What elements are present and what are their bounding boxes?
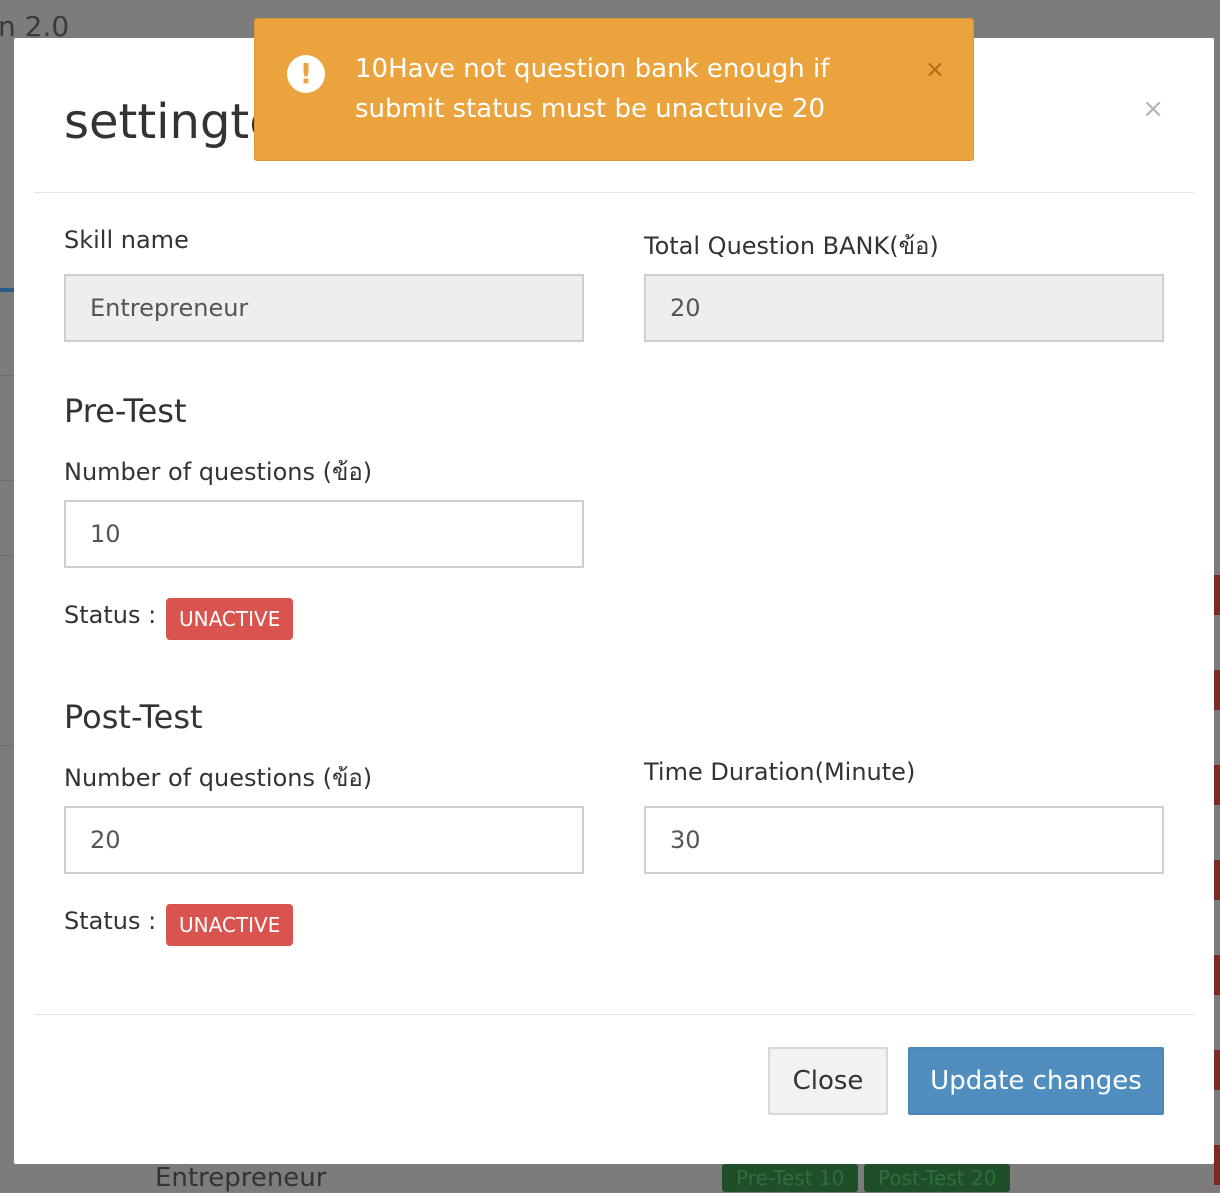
toast-close-icon[interactable]: × <box>925 55 945 83</box>
background-badge <box>1214 765 1220 805</box>
post-test-questions-label: Number of questions (ข้อ) <box>64 764 373 792</box>
warning-toast: ! 10Have not question bank enough if sub… <box>254 18 974 161</box>
modal-title: settingte <box>64 94 279 150</box>
background-badge <box>1214 1050 1220 1090</box>
pre-test-status-label: Status : <box>64 601 157 629</box>
background-divider <box>0 555 14 556</box>
setting-test-modal: settingte × Skill name Entrepreneur Tota… <box>14 38 1214 1164</box>
pre-test-status-badge: UNACTIVE <box>166 598 294 640</box>
background-divider <box>0 745 14 746</box>
skill-name-field: Entrepreneur <box>64 274 584 342</box>
update-changes-button[interactable]: Update changes <box>908 1047 1164 1115</box>
toast-message: 10Have not question bank enough if submi… <box>355 54 830 124</box>
total-bank-field: 20 <box>644 274 1164 342</box>
background-badge <box>1214 575 1220 615</box>
post-test-status-label: Status : <box>64 907 157 935</box>
background-badge <box>1214 670 1220 710</box>
total-bank-label: Total Question BANK(ข้อ) <box>644 232 939 260</box>
pre-test-questions-label: Number of questions (ข้อ) <box>64 458 373 486</box>
time-duration-label: Time Duration(Minute) <box>644 758 916 786</box>
post-test-status-badge: UNACTIVE <box>166 904 294 946</box>
time-duration-input[interactable]: 30 <box>644 806 1164 874</box>
background-posttest-badge: Post-Test 20 <box>864 1164 1011 1192</box>
post-test-title: Post-Test <box>64 698 203 736</box>
post-test-questions-input[interactable]: 20 <box>64 806 584 874</box>
modal-footer: Close Update changes <box>34 1014 1194 1164</box>
background-badge <box>1214 860 1220 900</box>
background-divider <box>0 480 14 481</box>
close-button[interactable]: Close <box>768 1047 888 1115</box>
skill-name-label: Skill name <box>64 226 189 254</box>
background-row-label: Entrepreneur <box>155 1163 327 1193</box>
background-divider <box>0 375 14 376</box>
exclamation-icon: ! <box>287 55 325 93</box>
background-pretest-badge: Pre-Test 10 <box>722 1164 859 1192</box>
background-nav-bar <box>0 288 14 292</box>
modal-close-icon[interactable]: × <box>1142 94 1164 124</box>
pre-test-questions-input[interactable]: 10 <box>64 500 584 568</box>
pre-test-title: Pre-Test <box>64 392 187 430</box>
background-badge <box>1214 955 1220 995</box>
background-badge <box>1214 1145 1220 1185</box>
